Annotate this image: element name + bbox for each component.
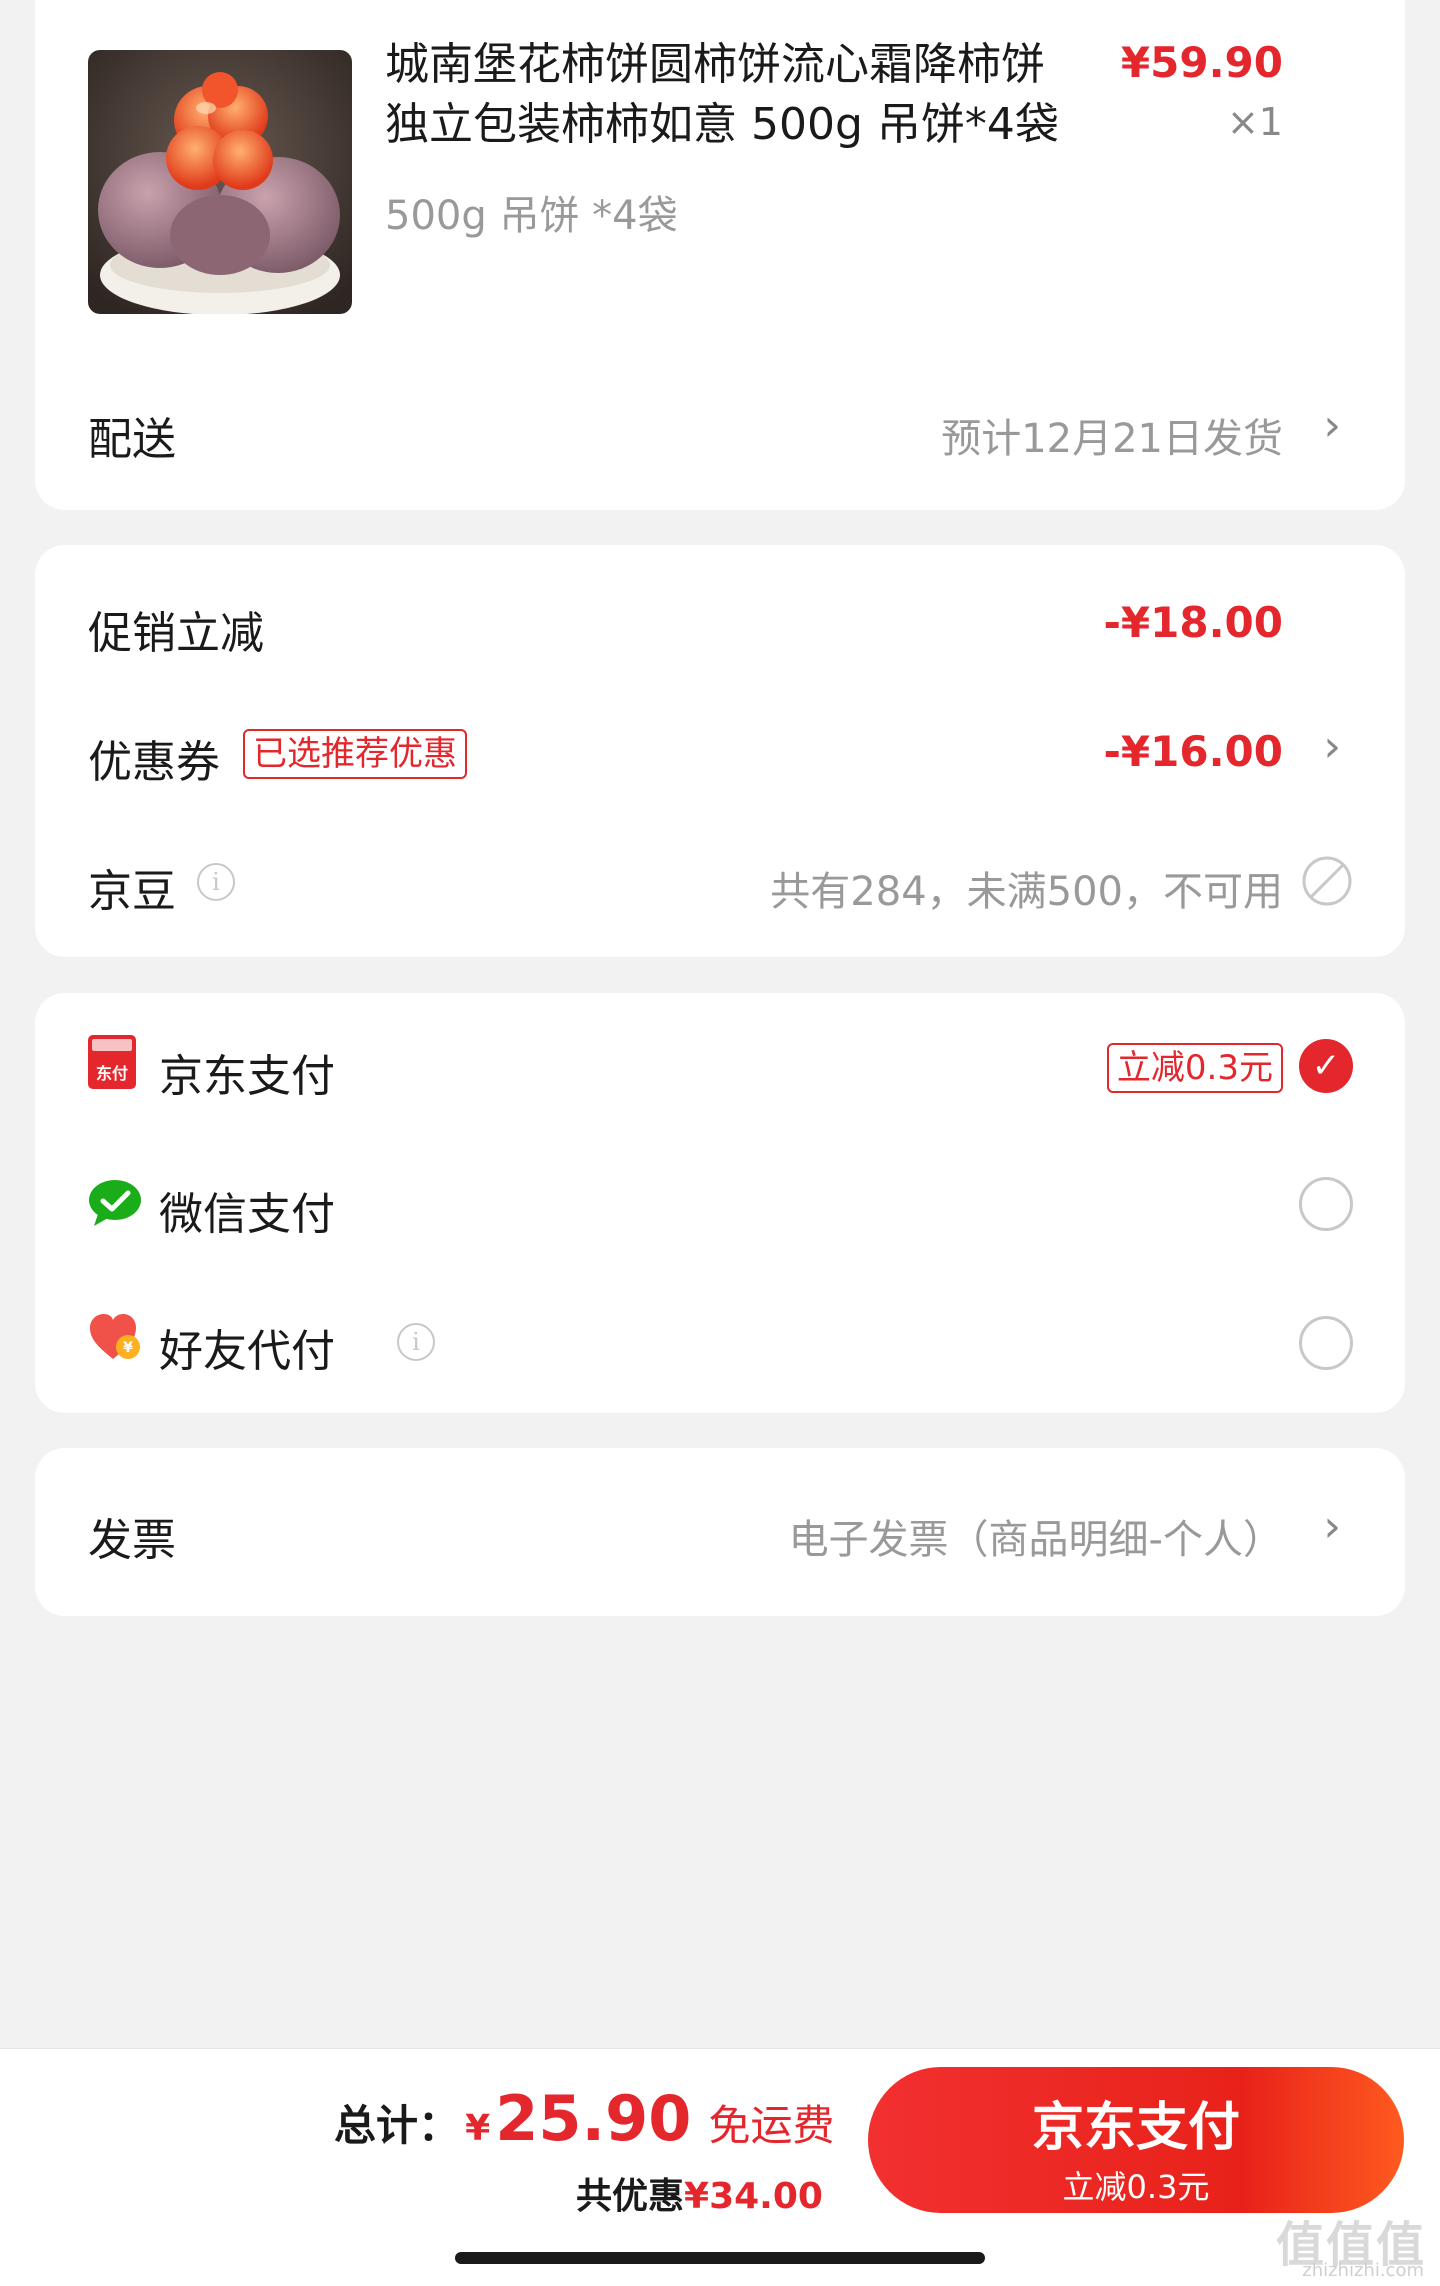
promo-amount: -¥18.00 xyxy=(1103,598,1283,647)
svg-text:¥: ¥ xyxy=(123,1340,133,1356)
friend-pay-heart-icon: ¥ xyxy=(88,1313,142,1363)
coupon-chevron-icon[interactable]: › xyxy=(1323,721,1341,772)
jdpay-radio-checked-icon[interactable]: ✓ xyxy=(1299,1039,1353,1093)
product-card: 城南堡花柿饼圆柿饼流心霜降柿饼独立包装柿柿如意 500g 吊饼*4袋 ¥59.9… xyxy=(35,0,1405,510)
checkout-bar: 总计： ¥ 25.90 免运费 共优惠¥34.00 京东支付 立减0.3元 xyxy=(0,2048,1440,2286)
delivery-value[interactable]: 预计12月21日发货 xyxy=(941,406,1283,464)
jdpay-icon: 东付 xyxy=(88,1035,136,1089)
pay-button-sublabel: 立减0.3元 xyxy=(1062,2168,1210,2206)
friend-pay-info-icon[interactable]: i xyxy=(397,1323,435,1361)
total-row: 总计： ¥ 25.90 免运费 xyxy=(334,2082,835,2155)
total-currency: ¥ xyxy=(465,2108,491,2149)
saved-amount: ¥34.00 xyxy=(684,2176,823,2217)
wechat-pay-label[interactable]: 微信支付 xyxy=(159,1178,335,1242)
wechat-icon xyxy=(88,1178,142,1228)
saved-row: 共优惠¥34.00 xyxy=(576,2167,823,2219)
coupon-recommended-tag: 已选推荐优惠 xyxy=(243,729,467,779)
jdpay-label[interactable]: 京东支付 xyxy=(159,1040,335,1104)
promo-label: 促销立减 xyxy=(88,608,264,659)
invoice-value[interactable]: 电子发票（商品明细-个人） xyxy=(789,1507,1283,1565)
delivery-label: 配送 xyxy=(88,414,176,465)
invoice-card[interactable]: 发票 电子发票（商品明细-个人） › xyxy=(35,1448,1405,1616)
product-price: ¥59.90 xyxy=(1120,38,1283,87)
discount-card: 促销立减 -¥18.00 优惠券 已选推荐优惠 -¥16.00 › 京豆 i 共… xyxy=(35,545,1405,957)
product-spec: 500g 吊饼 *4袋 xyxy=(385,193,678,239)
payment-card: 东付 京东支付 立减0.3元 ✓ 微信支付 ¥ 好友代付 i xyxy=(35,993,1405,1413)
product-quantity: ×1 xyxy=(1226,100,1283,144)
jdpay-discount-tag: 立减0.3元 xyxy=(1106,1043,1283,1093)
jingdou-info-icon[interactable]: i xyxy=(197,863,235,901)
pay-button-label: 京东支付 xyxy=(1031,2098,1240,2158)
total-label: 总计： xyxy=(334,2101,461,2150)
total-amount: 25.90 xyxy=(495,2082,692,2155)
jingdou-label: 京豆 xyxy=(88,866,176,917)
coupon-amount[interactable]: -¥16.00 xyxy=(1103,727,1283,776)
invoice-label: 发票 xyxy=(88,1515,176,1566)
friend-pay-label[interactable]: 好友代付 xyxy=(159,1315,335,1379)
jingdou-value: 共有284，未满500，不可用 xyxy=(770,869,1283,915)
invoice-chevron-icon[interactable]: › xyxy=(1323,1501,1341,1552)
jdpay-submit-button[interactable]: 京东支付 立减0.3元 xyxy=(868,2067,1404,2213)
jingdou-disabled-icon xyxy=(1301,855,1353,907)
saved-label: 共优惠 xyxy=(576,2176,685,2217)
wechat-pay-radio[interactable] xyxy=(1299,1177,1353,1231)
coupon-label: 优惠券 xyxy=(88,737,220,788)
home-indicator[interactable] xyxy=(455,2252,985,2264)
watermark-url: zhizhizhi.com xyxy=(1302,2260,1424,2281)
svg-text:东付: 东付 xyxy=(96,1064,128,1083)
friend-pay-radio[interactable] xyxy=(1299,1316,1353,1370)
product-title[interactable]: 城南堡花柿饼圆柿饼流心霜降柿饼独立包装柿柿如意 500g 吊饼*4袋 xyxy=(385,35,1085,155)
delivery-chevron-icon[interactable]: › xyxy=(1323,400,1341,451)
free-shipping-label: 免运费 xyxy=(708,2101,835,2150)
product-image[interactable] xyxy=(88,50,352,314)
